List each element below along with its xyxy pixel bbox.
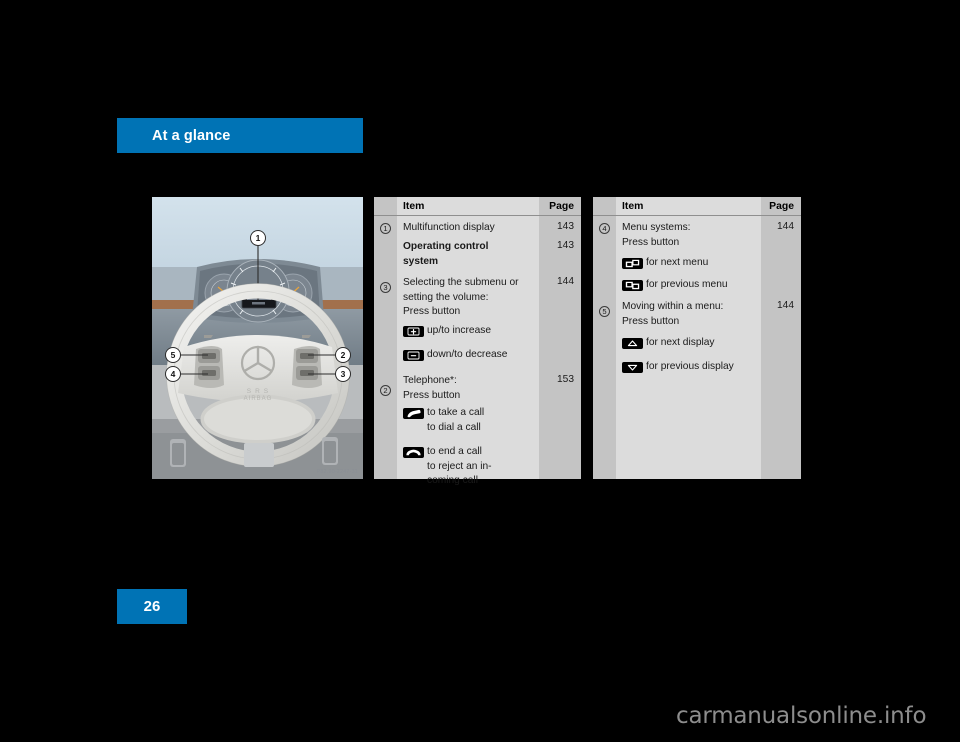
table-row-number: 5: [593, 306, 616, 317]
table-row-number: 2: [374, 385, 397, 396]
svg-text:S R S: S R S: [247, 388, 269, 395]
svg-text:4: 4: [171, 369, 176, 379]
item-description-column: Item Multifunction display Operating con…: [397, 197, 539, 486]
plus-button-icon[interactable]: [403, 326, 424, 337]
svg-text:AIRBAG: AIRBAG: [244, 396, 273, 402]
page-number-tab: 26: [117, 589, 187, 624]
steering-wheel-illustration: S R S AIRBAG 1 2 3 4 5: [152, 197, 363, 479]
subitem-label: up/to increase: [427, 325, 491, 336]
figure-reference-code: P82.90-2247-31: [316, 469, 358, 475]
table-cell-item: Moving within a menu: Press button: [622, 301, 724, 327]
number-column-header: [593, 197, 616, 216]
arrow-down-button-icon[interactable]: [622, 362, 643, 373]
table-cell-page: 143: [557, 240, 574, 251]
item-number-column: 4 5: [593, 197, 616, 479]
manual-page: At a glance S R S AIRBAG 1 2 3 4 5 P82.9…: [0, 0, 960, 742]
page-number-column: Page 144 144: [761, 197, 801, 479]
phone-offhook-icon[interactable]: [403, 408, 424, 419]
item-column-header: Item: [616, 197, 761, 216]
next-menu-icon[interactable]: [622, 258, 643, 269]
subitem-label: for next menu: [646, 257, 709, 268]
table-cell-page: 144: [777, 221, 794, 232]
page-column-header: Page: [539, 197, 581, 216]
svg-text:1: 1: [256, 233, 261, 243]
section-header-banner: At a glance: [117, 118, 363, 153]
svg-text:2: 2: [341, 350, 346, 360]
subitem-label: for previous display: [646, 361, 734, 372]
table-cell-page: 144: [557, 276, 574, 287]
item-description-column: Item Menu systems: Press button for next…: [616, 197, 761, 479]
section-title: At a glance: [152, 127, 231, 144]
subitem-label: to take a call to dial a call: [427, 407, 485, 433]
subitem-label: for next display: [646, 337, 715, 348]
site-watermark: carmanualsonline.info: [676, 703, 927, 729]
minus-button-icon[interactable]: [403, 350, 424, 361]
table-row-number: 4: [593, 223, 616, 234]
page-number-column: Page 143 143 144 153: [539, 197, 581, 479]
svg-text:3: 3: [341, 369, 346, 379]
table-cell-item: Telephone*: Press button: [403, 375, 461, 401]
table-cell-item: Selecting the submenu or setting the vol…: [403, 277, 519, 318]
table-cell-item: Multifunction display: [403, 222, 495, 233]
table-cell-page: 144: [777, 300, 794, 311]
item-number-column: 1 3 2: [374, 197, 397, 479]
table-row-number: 1: [374, 223, 397, 234]
page-column-header: Page: [761, 197, 801, 216]
subitem-label: to end a call to reject an in- coming ca…: [427, 446, 492, 487]
reference-table-right: 4 5 Item Menu systems: Press button for …: [593, 197, 801, 479]
table-row-number: 3: [374, 282, 397, 293]
svg-text:5: 5: [171, 350, 176, 360]
table-cell-item: Operating control system: [403, 241, 489, 267]
number-column-header: [374, 197, 397, 216]
subitem-label: for previous menu: [646, 279, 728, 290]
reference-table-left: 1 3 2 Item Multifunction display Operati…: [374, 197, 581, 486]
previous-menu-icon[interactable]: [622, 280, 643, 291]
steering-wheel-figure: S R S AIRBAG 1 2 3 4 5 P82.90-2247-31: [152, 197, 363, 479]
page-number: 26: [143, 598, 161, 615]
table-cell-page: 143: [557, 221, 574, 232]
item-column-header: Item: [397, 197, 539, 216]
table-cell-item: Menu systems: Press button: [622, 222, 691, 248]
arrow-up-button-icon[interactable]: [622, 338, 643, 349]
phone-onhook-icon[interactable]: [403, 447, 424, 458]
table-cell-page: 153: [557, 374, 574, 385]
subitem-label: down/to decrease: [427, 349, 508, 360]
